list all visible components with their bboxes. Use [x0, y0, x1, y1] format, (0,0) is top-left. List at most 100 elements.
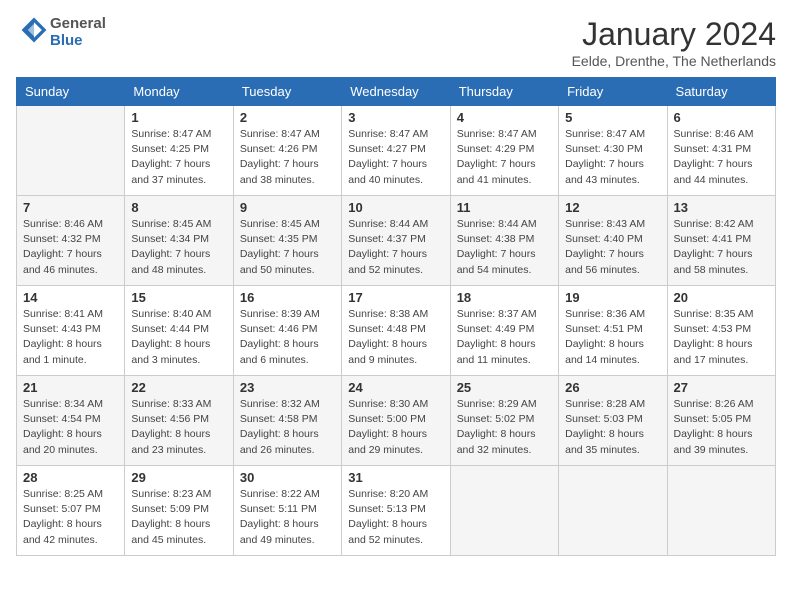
calendar-cell: 14 Sunrise: 8:41 AMSunset: 4:43 PMDayligh…	[17, 286, 125, 376]
weekday-header-wednesday: Wednesday	[342, 78, 450, 106]
day-info: Sunrise: 8:20 AMSunset: 5:13 PMDaylight:…	[348, 487, 443, 548]
calendar-cell: 21 Sunrise: 8:34 AMSunset: 4:54 PMDayligh…	[17, 376, 125, 466]
weekday-header-friday: Friday	[559, 78, 667, 106]
day-number: 31	[348, 470, 443, 485]
calendar-cell: 25Sunrise: 8:29 AMSunset: 5:02 PMDayligh…	[450, 376, 558, 466]
logo-blue: Blue	[50, 33, 106, 50]
calendar-cell: 19 Sunrise: 8:36 AMSunset: 4:51 PMDayligh…	[559, 286, 667, 376]
day-info: Sunrise: 8:46 AMSunset: 4:32 PMDaylight:…	[23, 217, 118, 278]
day-number: 10	[348, 200, 443, 215]
day-number: 26	[565, 380, 660, 395]
day-info: Sunrise: 8:44 AMSunset: 4:37 PMDaylight:…	[348, 217, 443, 278]
calendar-cell: 31 Sunrise: 8:20 AMSunset: 5:13 PMDayligh…	[342, 466, 450, 556]
day-info: Sunrise: 8:47 AMSunset: 4:27 PMDaylight:…	[348, 127, 443, 188]
day-number: 29	[131, 470, 226, 485]
calendar-cell: 15 Sunrise: 8:40 AMSunset: 4:44 PMDayligh…	[125, 286, 233, 376]
page-header: General Blue January 2024 Eelde, Drenthe…	[16, 16, 776, 69]
day-info: Sunrise: 8:42 AMSunset: 4:41 PMDaylight:…	[674, 217, 769, 278]
calendar-cell: 7Sunrise: 8:46 AMSunset: 4:32 PMDaylight…	[17, 196, 125, 286]
day-info: Sunrise: 8:30 AMSunset: 5:00 PMDaylight:…	[348, 397, 443, 458]
calendar-cell: 28Sunrise: 8:25 AMSunset: 5:07 PMDayligh…	[17, 466, 125, 556]
day-info: Sunrise: 8:47 AMSunset: 4:30 PMDaylight:…	[565, 127, 660, 188]
day-info: Sunrise: 8:34 AMSunset: 4:54 PMDaylight:…	[23, 397, 118, 458]
day-number: 14	[23, 290, 118, 305]
day-info: Sunrise: 8:47 AMSunset: 4:29 PMDaylight:…	[457, 127, 552, 188]
day-info: Sunrise: 8:37 AMSunset: 4:49 PMDaylight:…	[457, 307, 552, 368]
calendar-cell: 12 Sunrise: 8:43 AMSunset: 4:40 PMDayligh…	[559, 196, 667, 286]
day-number: 19	[565, 290, 660, 305]
day-info: Sunrise: 8:38 AMSunset: 4:48 PMDaylight:…	[348, 307, 443, 368]
day-number: 18	[457, 290, 552, 305]
logo-icon	[20, 16, 48, 44]
logo-general: General	[50, 16, 106, 33]
day-info: Sunrise: 8:47 AMSunset: 4:26 PMDaylight:…	[240, 127, 335, 188]
day-info: Sunrise: 8:41 AMSunset: 4:43 PMDaylight:…	[23, 307, 118, 368]
day-number: 28	[23, 470, 118, 485]
location-subtitle: Eelde, Drenthe, The Netherlands	[572, 53, 776, 69]
calendar-cell	[667, 466, 775, 556]
calendar-cell: 8 Sunrise: 8:45 AMSunset: 4:34 PMDaylight…	[125, 196, 233, 286]
calendar-cell: 11Sunrise: 8:44 AMSunset: 4:38 PMDayligh…	[450, 196, 558, 286]
day-number: 13	[674, 200, 769, 215]
day-number: 11	[457, 200, 552, 215]
calendar-week-row: 1Sunrise: 8:47 AMSunset: 4:25 PMDaylight…	[17, 106, 776, 196]
day-number: 27	[674, 380, 769, 395]
calendar-week-row: 7Sunrise: 8:46 AMSunset: 4:32 PMDaylight…	[17, 196, 776, 286]
day-info: Sunrise: 8:29 AMSunset: 5:02 PMDaylight:…	[457, 397, 552, 458]
calendar-cell: 23Sunrise: 8:32 AMSunset: 4:58 PMDayligh…	[233, 376, 341, 466]
weekday-header-monday: Monday	[125, 78, 233, 106]
day-number: 17	[348, 290, 443, 305]
day-info: Sunrise: 8:40 AMSunset: 4:44 PMDaylight:…	[131, 307, 226, 368]
weekday-header-sunday: Sunday	[17, 78, 125, 106]
calendar-table: SundayMondayTuesdayWednesdayThursdayFrid…	[16, 77, 776, 556]
day-number: 21	[23, 380, 118, 395]
calendar-cell: 13 Sunrise: 8:42 AMSunset: 4:41 PMDayligh…	[667, 196, 775, 286]
day-number: 24	[348, 380, 443, 395]
calendar-cell: 3 Sunrise: 8:47 AMSunset: 4:27 PMDaylight…	[342, 106, 450, 196]
weekday-header-thursday: Thursday	[450, 78, 558, 106]
day-info: Sunrise: 8:26 AMSunset: 5:05 PMDaylight:…	[674, 397, 769, 458]
calendar-cell: 2 Sunrise: 8:47 AMSunset: 4:26 PMDaylight…	[233, 106, 341, 196]
day-info: Sunrise: 8:36 AMSunset: 4:51 PMDaylight:…	[565, 307, 660, 368]
calendar-cell: 16Sunrise: 8:39 AMSunset: 4:46 PMDayligh…	[233, 286, 341, 376]
day-number: 2	[240, 110, 335, 125]
day-number: 3	[348, 110, 443, 125]
day-info: Sunrise: 8:45 AMSunset: 4:35 PMDaylight:…	[240, 217, 335, 278]
calendar-week-row: 21 Sunrise: 8:34 AMSunset: 4:54 PMDayligh…	[17, 376, 776, 466]
day-number: 30	[240, 470, 335, 485]
calendar-week-row: 14 Sunrise: 8:41 AMSunset: 4:43 PMDayligh…	[17, 286, 776, 376]
day-info: Sunrise: 8:45 AMSunset: 4:34 PMDaylight:…	[131, 217, 226, 278]
calendar-week-row: 28Sunrise: 8:25 AMSunset: 5:07 PMDayligh…	[17, 466, 776, 556]
calendar-cell: 27 Sunrise: 8:26 AMSunset: 5:05 PMDayligh…	[667, 376, 775, 466]
calendar-cell: 18 Sunrise: 8:37 AMSunset: 4:49 PMDayligh…	[450, 286, 558, 376]
day-number: 9	[240, 200, 335, 215]
day-number: 15	[131, 290, 226, 305]
calendar-cell: 6Sunrise: 8:46 AMSunset: 4:31 PMDaylight…	[667, 106, 775, 196]
calendar-cell: 30Sunrise: 8:22 AMSunset: 5:11 PMDayligh…	[233, 466, 341, 556]
calendar-cell	[559, 466, 667, 556]
calendar-cell: 17 Sunrise: 8:38 AMSunset: 4:48 PMDayligh…	[342, 286, 450, 376]
day-number: 6	[674, 110, 769, 125]
day-number: 16	[240, 290, 335, 305]
calendar-cell: 4 Sunrise: 8:47 AMSunset: 4:29 PMDaylight…	[450, 106, 558, 196]
calendar-cell: 26 Sunrise: 8:28 AMSunset: 5:03 PMDayligh…	[559, 376, 667, 466]
day-number: 20	[674, 290, 769, 305]
calendar-cell: 20 Sunrise: 8:35 AMSunset: 4:53 PMDayligh…	[667, 286, 775, 376]
day-number: 23	[240, 380, 335, 395]
day-info: Sunrise: 8:43 AMSunset: 4:40 PMDaylight:…	[565, 217, 660, 278]
weekday-header-saturday: Saturday	[667, 78, 775, 106]
day-info: Sunrise: 8:35 AMSunset: 4:53 PMDaylight:…	[674, 307, 769, 368]
day-number: 8	[131, 200, 226, 215]
day-number: 1	[131, 110, 226, 125]
calendar-cell: 10 Sunrise: 8:44 AMSunset: 4:37 PMDayligh…	[342, 196, 450, 286]
day-number: 4	[457, 110, 552, 125]
title-block: January 2024 Eelde, Drenthe, The Netherl…	[572, 16, 776, 69]
calendar-cell: 1Sunrise: 8:47 AMSunset: 4:25 PMDaylight…	[125, 106, 233, 196]
weekday-header-tuesday: Tuesday	[233, 78, 341, 106]
calendar-cell	[450, 466, 558, 556]
day-info: Sunrise: 8:23 AMSunset: 5:09 PMDaylight:…	[131, 487, 226, 548]
day-number: 12	[565, 200, 660, 215]
day-info: Sunrise: 8:28 AMSunset: 5:03 PMDaylight:…	[565, 397, 660, 458]
logo: General Blue	[16, 16, 106, 49]
calendar-cell: 24 Sunrise: 8:30 AMSunset: 5:00 PMDayligh…	[342, 376, 450, 466]
